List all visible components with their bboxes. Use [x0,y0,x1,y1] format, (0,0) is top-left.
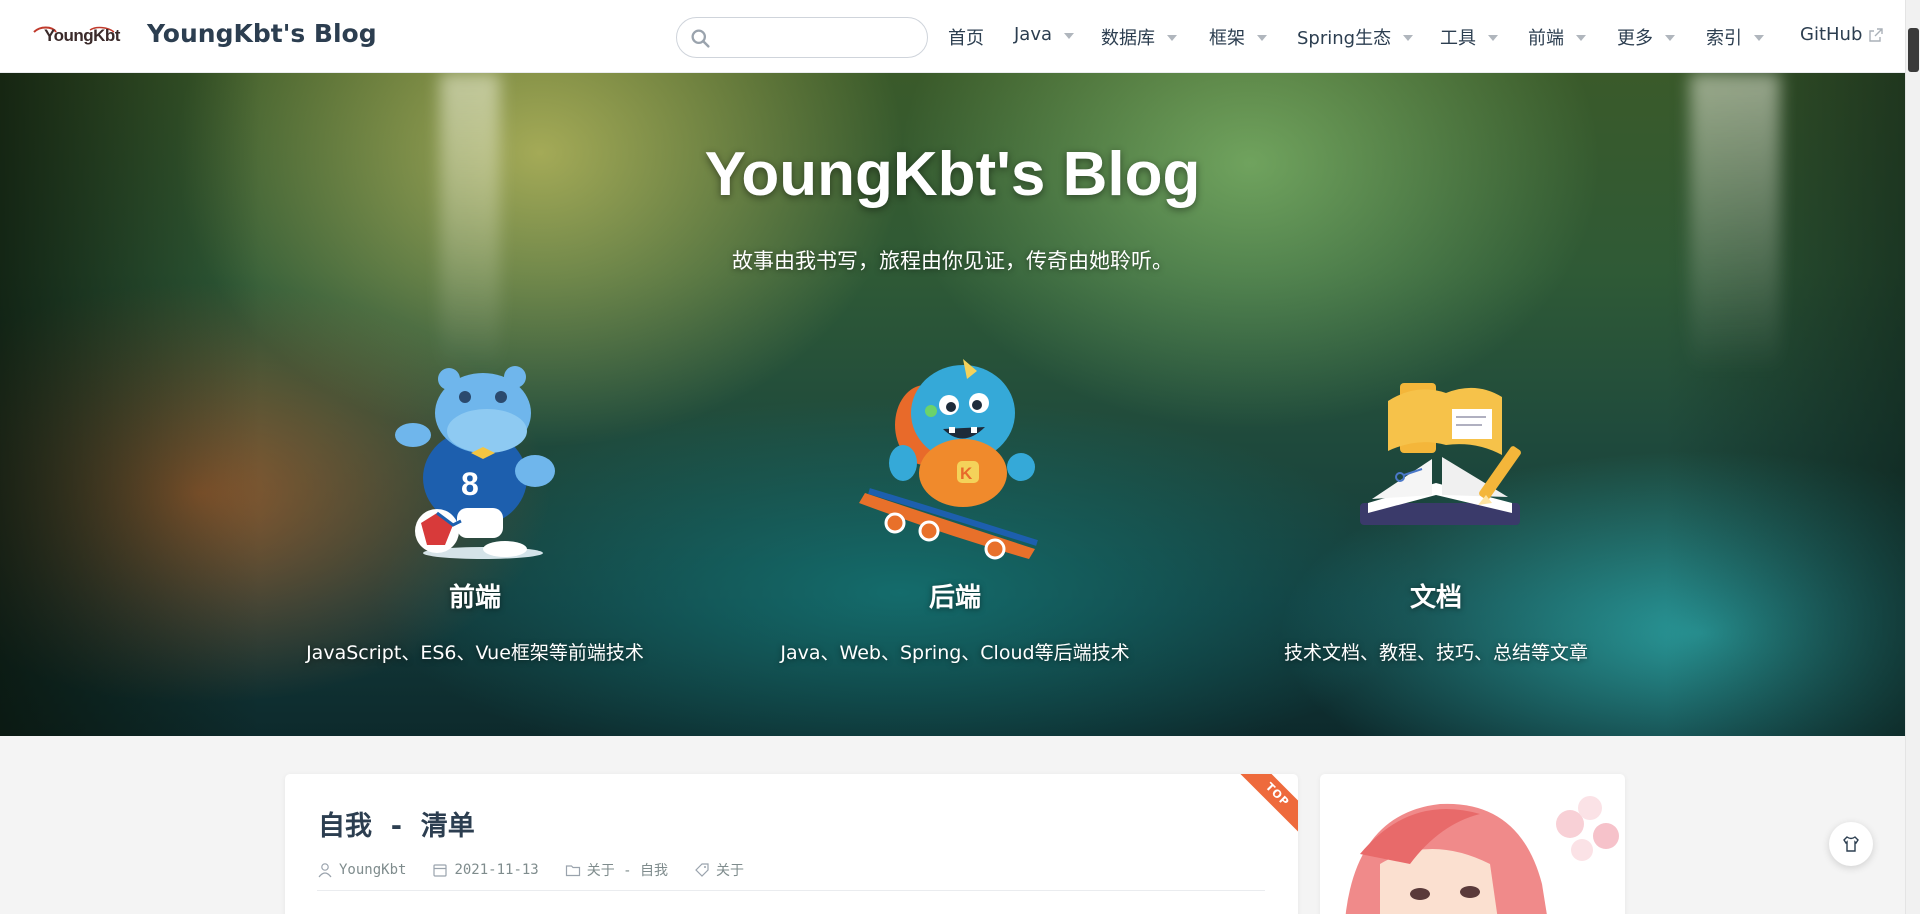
navbar: YoungKbt YoungKbt's Blog 首页 Java 数据库 框架 … [0,0,1905,73]
nav-item-label: 框架 [1209,28,1245,49]
shirt-icon [1843,836,1859,852]
hero-subtitle: 故事由我书写，旅程由你见证，传奇由她聆听。 [732,249,1173,273]
svg-text:8: 8 [461,466,479,502]
hero-waterfall [1690,73,1780,373]
post-meta: YoungKbt 2021-11-13 关于 - 自我 关于 [317,860,770,880]
post-author[interactable]: YoungKbt [317,862,406,878]
chevron-down-icon [1576,35,1586,41]
hero-waterfall [440,73,500,373]
post-category[interactable]: 关于 - 自我 [565,860,668,880]
post-author-name: YoungKbt [339,862,407,878]
top-badge: TOP [1238,774,1298,834]
open-book-icon [1360,383,1521,525]
post-tag-text: 关于 [716,863,745,879]
feature-backend[interactable]: K 后端 Java、Web、Spring、Cloud等后端技术 [740,353,1170,665]
tag-icon [695,863,709,877]
chevron-down-icon [1257,35,1267,41]
nav-item-more[interactable]: 更多 [1617,24,1675,50]
nav-item-framework[interactable]: 框架 [1209,24,1267,50]
scrollbar-thumb[interactable] [1908,28,1919,72]
post-date: 2021-11-13 [432,862,539,878]
post-card[interactable]: TOP 自我 - 清单 YoungKbt 2021-11-13 关于 - 自我 [285,774,1298,914]
svg-text:K: K [960,464,973,483]
nav-item-tools[interactable]: 工具 [1440,24,1498,50]
theme-toggle-button[interactable] [1829,822,1873,866]
chevron-down-icon [1167,35,1177,41]
post-date-text: 2021-11-13 [454,862,539,878]
scrollbar[interactable] [1905,0,1920,914]
hero-banner: YoungKbt's Blog 故事由我书写，旅程由你见证，传奇由她聆听。 8 … [0,73,1905,736]
nav-links: 首页 Java 数据库 框架 Spring生态 工具 前端 更多 索引 GitH… [0,0,1905,73]
nav-item-label: 前端 [1528,28,1564,49]
hippo-mascot-icon: 8 [395,366,555,559]
post-category-text: 关于 - 自我 [586,863,669,879]
chevron-down-icon [1403,35,1414,41]
chevron-down-icon [1754,35,1764,41]
nav-item-label: 更多 [1617,28,1653,49]
nav-item-spring[interactable]: Spring生态 [1297,24,1414,50]
nav-item-frontend[interactable]: 前端 [1528,24,1586,50]
feature-title: 前端 [448,583,501,613]
chevron-down-icon [1488,35,1498,41]
post-title[interactable]: 自我 - 清单 [318,804,475,843]
post-divider [317,890,1265,891]
nav-item-database[interactable]: 数据库 [1101,24,1177,50]
external-link-icon [1869,27,1884,42]
nav-item-label: GitHub [1800,24,1863,45]
post-tag[interactable]: 关于 [694,860,744,880]
nav-item-label: Java [1014,24,1053,45]
nav-item-github[interactable]: GitHub [1800,24,1884,45]
calendar-icon [433,864,448,877]
feature-desc: JavaScript、ES6、Vue框架等前端技术 [306,642,644,664]
nav-item-label: 工具 [1440,28,1476,49]
nav-item-index[interactable]: 索引 [1706,24,1764,50]
monster-skateboard-icon: K [859,359,1038,560]
nav-item-label: Spring生态 [1297,28,1392,49]
feature-desc: Java、Web、Spring、Cloud等后端技术 [780,642,1130,664]
nav-item-label: 索引 [1706,28,1742,49]
sidebar-card [1320,774,1625,914]
feature-title: 后端 [928,583,981,613]
nav-item-label: 数据库 [1101,28,1155,49]
nav-item-home[interactable]: 首页 [948,24,984,50]
user-icon [318,863,332,878]
feature-title: 文档 [1409,583,1462,613]
nav-item-java[interactable]: Java [1014,24,1075,45]
folder-icon [565,865,580,877]
hero-title: YoungKbt's Blog [704,140,1201,209]
chevron-down-icon [1665,35,1675,41]
feature-desc: 技术文档、教程、技巧、总结等文章 [1283,642,1588,664]
nav-item-label: 首页 [948,28,984,49]
chevron-down-icon [1064,32,1075,39]
avatar-illustration [1345,796,1619,914]
feature-docs[interactable]: 文档 技术文档、教程、技巧、总结等文章 [1221,353,1651,665]
feature-frontend[interactable]: 8 前端 JavaScript、ES6、Vue框架等前端技术 [260,353,690,665]
